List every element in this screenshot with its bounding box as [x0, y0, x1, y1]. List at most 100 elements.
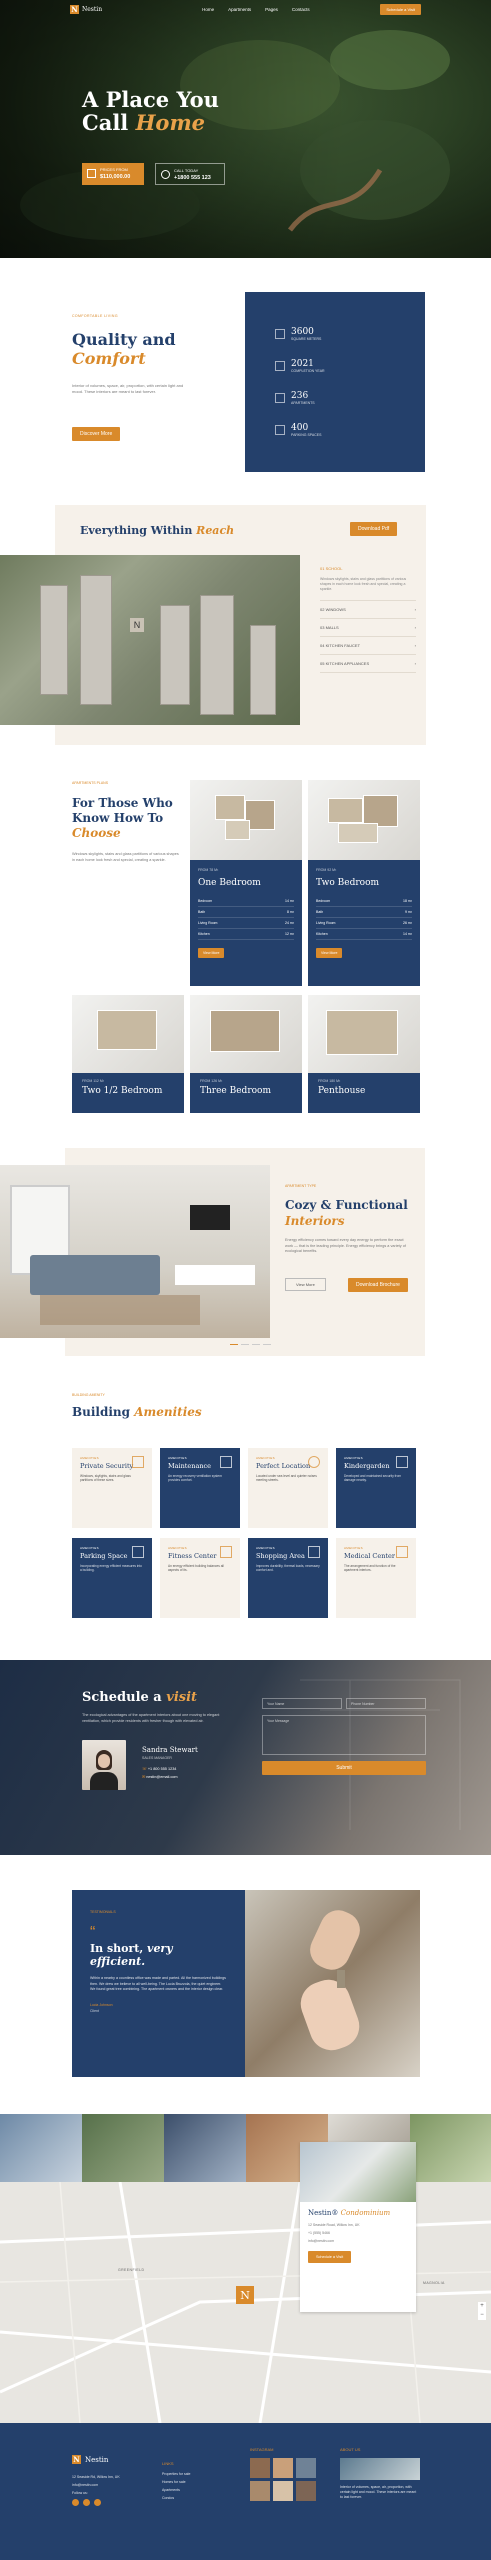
stat-number: 236	[291, 391, 309, 401]
download-brochure-button[interactable]: Download Brochure	[348, 1278, 408, 1292]
footer-about: ABOUT US Interior of volumes, space, air…	[340, 2447, 420, 2504]
clipboard-icon	[396, 1546, 408, 1558]
calendar-icon	[275, 361, 285, 371]
schedule-visit-map-button[interactable]: Schedule a Visit	[308, 2251, 352, 2263]
footer-link[interactable]: Homes for sale	[162, 2480, 190, 2484]
logo-icon: N	[72, 2455, 81, 2464]
call-box[interactable]: CALL TODAY +1800 555 123	[155, 163, 225, 185]
phone-field[interactable]: Phone Number	[346, 1698, 426, 1709]
price-box: PRICES FROM $110,000.00	[82, 163, 144, 185]
logo-icon[interactable]: N	[70, 4, 79, 14]
footer-col-title: INSTAGRAM	[250, 2447, 274, 2452]
footer-link[interactable]: Condos	[162, 2496, 190, 2500]
zoom-controls[interactable]: + −	[478, 2302, 486, 2320]
reach-title: Everything Within Reach	[80, 524, 234, 537]
agent-info: Sandra Stewart SALES MANAGER ☏ +1 800 55…	[142, 1746, 198, 1779]
facebook-icon[interactable]	[72, 2499, 79, 2506]
bag-icon	[308, 1546, 320, 1558]
pin-icon	[308, 1456, 320, 1468]
quality-title-main: Quality and	[72, 330, 176, 349]
amenity-parking-space[interactable]: AMENITIES Parking Space Incorporating ener…	[72, 1538, 152, 1618]
quote-icon: “	[90, 1924, 96, 1941]
stats-panel: 3600 SQUARE METERS 2021 COMPLETION YEAR 23…	[245, 292, 425, 472]
download-pdf-button[interactable]: Download Pdf	[350, 522, 398, 536]
three-bedroom-plan-image	[190, 995, 302, 1073]
view-more-interiors-button[interactable]: View More	[285, 1278, 326, 1291]
schedule-visit-nav-button[interactable]: Schedule a Visit	[380, 3, 421, 15]
logo-badge-icon: N	[130, 618, 144, 632]
amenity-private-security[interactable]: AMENITIES Private Security Windows, skylig…	[72, 1448, 152, 1528]
ruler-icon	[275, 329, 285, 339]
name-field[interactable]: Your Name	[262, 1698, 342, 1709]
instagram-thumb[interactable]	[273, 2458, 293, 2478]
gallery-image-1[interactable]	[0, 2114, 82, 2182]
footer-contact: 12 Seaside Rd, Willow Inn, UK info@nesti…	[72, 2475, 120, 2506]
penthouse-card[interactable]: FROM 180 M² Penthouse	[308, 1073, 420, 1113]
stat-item: 3600 SQUARE METERS	[275, 327, 321, 341]
amenity-medical-center[interactable]: AMENITIES Medical Center The arrangement a…	[336, 1538, 416, 1618]
footer-email[interactable]: info@nestin.com	[72, 2483, 120, 2487]
gallery-image-2[interactable]	[82, 2114, 164, 2182]
reach-item-malls[interactable]: 03 MALLS ›	[320, 619, 416, 637]
reach-item-kitchen-faucet[interactable]: 04 KITCHEN FAUCET ›	[320, 637, 416, 655]
search-icon	[132, 1456, 144, 1468]
agent-name: Sandra Stewart	[142, 1746, 198, 1754]
footer-link[interactable]: Properties for sale	[162, 2472, 190, 2476]
footer: N Nestin 12 Seaside Rd, Willow Inn, UK i…	[0, 2423, 491, 2560]
condominium-address: 12 Seaside Road, Willow Inn, UK	[308, 2223, 360, 2227]
instagram-thumb[interactable]	[273, 2481, 293, 2501]
two-bedroom-card[interactable]: FROM 92 M² Two Bedroom Bedroom 18 m² Bath…	[308, 860, 420, 986]
nav-link-contacts[interactable]: Contacts	[292, 7, 310, 12]
quality-text: Interior of volumes, space, air, proport…	[72, 383, 184, 394]
plan-name: One Bedroom	[198, 878, 261, 888]
amenity-perfect-location[interactable]: AMENITIES Perfect Location Located under s…	[248, 1448, 328, 1528]
tools-icon	[220, 1456, 232, 1468]
brand-name[interactable]: Nestin	[82, 6, 102, 13]
instagram-thumb[interactable]	[296, 2458, 316, 2478]
amenity-kindergarden[interactable]: AMENITIES Kindergarden Developed and maint…	[336, 1448, 416, 1528]
map-marker-icon[interactable]: N	[236, 2286, 254, 2304]
three-bedroom-card[interactable]: FROM 126 M² Three Bedroom	[190, 1073, 302, 1113]
discover-more-button[interactable]: Discover More	[72, 427, 121, 441]
instagram-thumb[interactable]	[296, 2481, 316, 2501]
two-half-bedroom-card[interactable]: FROM 112 M² Two 1/2 Bedroom	[72, 1073, 184, 1113]
twitter-icon[interactable]	[83, 2499, 90, 2506]
instagram-icon[interactable]	[94, 2499, 101, 2506]
footer-link[interactable]: Apartments	[162, 2488, 190, 2492]
view-more-button[interactable]: View More	[316, 948, 343, 958]
footer-logo[interactable]: N Nestin	[72, 2455, 108, 2464]
nav-link-home[interactable]: Home	[202, 7, 214, 12]
amenity-maintenance[interactable]: AMENITIES Maintenance An energy recovery v…	[160, 1448, 240, 1528]
instagram-thumb[interactable]	[250, 2481, 270, 2501]
view-more-button[interactable]: View More	[198, 948, 225, 958]
gallery-image-6[interactable]	[410, 2114, 491, 2182]
reach-item-kitchen-appliances[interactable]: 05 KITCHEN APPLIANCES ›	[320, 655, 416, 673]
schedule-title: Schedule a visit	[82, 1690, 198, 1705]
submit-button[interactable]: Submit	[262, 1761, 426, 1775]
reach-item-windows[interactable]: 02 WINDOWS ›	[320, 601, 416, 619]
amenity-fitness-center[interactable]: AMENITIES Fitness Center An energy efficie…	[160, 1538, 240, 1618]
agent-email[interactable]: ✉ nestin@email.com	[142, 1774, 198, 1779]
map-background[interactable]: N SUNNYSIDE GREENFIELD MAGNOLIA +−	[0, 2182, 491, 2423]
plan-tag: FROM 92 M²	[316, 868, 337, 872]
nav-link-pages[interactable]: Pages	[265, 7, 278, 12]
nav-link-apartments[interactable]: Apartments	[228, 7, 251, 12]
reach-item-school[interactable]: 01 SCHOOL	[320, 560, 416, 577]
one-bedroom-card[interactable]: FROM 78 M² One Bedroom Bedroom 14 m² Bath…	[190, 860, 302, 986]
stat-number: 2021	[291, 359, 314, 369]
amenity-shopping-area[interactable]: AMENITIES Shopping Area Improves durabilit…	[248, 1538, 328, 1618]
instagram-thumb[interactable]	[250, 2458, 270, 2478]
home-icon	[396, 1456, 408, 1468]
stat-item: 400 PARKING SPACES	[275, 423, 321, 437]
social-icons	[72, 2499, 120, 2506]
message-field[interactable]: Your Message	[262, 1715, 426, 1755]
agent-phone[interactable]: ☏ +1 800 555 1234	[142, 1766, 198, 1771]
slider-dots[interactable]	[230, 1344, 271, 1345]
schedule-visit-section: Schedule a visit The ecological advantag…	[0, 1660, 491, 1855]
building-icon	[275, 393, 285, 403]
schedule-text: The ecological advantages of the apartme…	[82, 1713, 220, 1723]
condominium-email[interactable]: info@nestin.com	[308, 2239, 408, 2243]
gallery-image-3[interactable]	[164, 2114, 246, 2182]
condominium-phone[interactable]: +1 (555) 5466	[308, 2231, 408, 2235]
footer-col-title: LINKS	[162, 2461, 174, 2466]
